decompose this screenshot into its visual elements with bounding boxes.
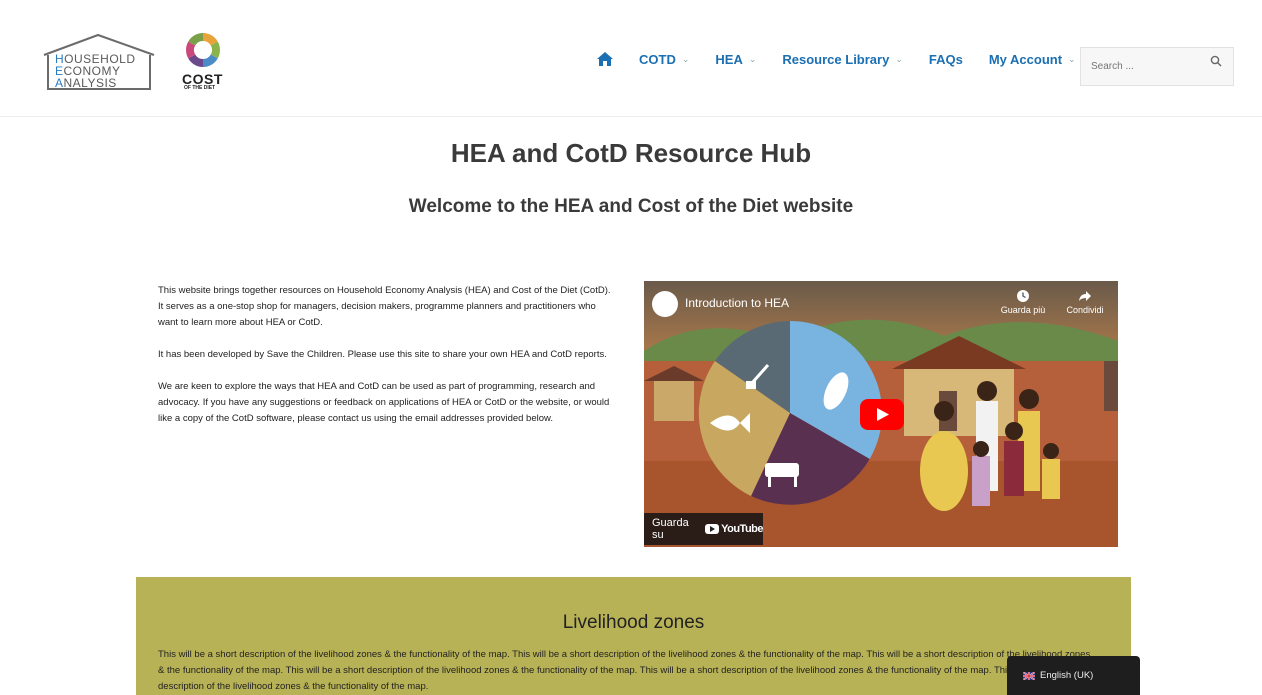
home-icon: [597, 52, 613, 66]
watch-on-label: Guarda su: [652, 517, 689, 541]
chevron-down-icon: ⌄: [895, 53, 903, 64]
share-label: Condividi: [1066, 305, 1104, 315]
site-header: HOUSEHOLD ECONOMY ANALYSIS COST OF THE D…: [0, 0, 1262, 117]
search-box: [1080, 47, 1234, 86]
search-icon[interactable]: [1210, 55, 1222, 67]
nav-home[interactable]: [597, 52, 613, 66]
intro-paragraph: It has been developed by Save the Childr…: [158, 349, 607, 360]
language-label: English (UK): [1040, 670, 1094, 681]
nav-hea[interactable]: HEA ⌄: [715, 52, 756, 67]
watch-on-youtube-button[interactable]: Guarda su YouTube: [644, 513, 763, 545]
video-embed[interactable]: Introduction to HEA Guarda più Condividi…: [644, 281, 1118, 547]
youtube-logo: YouTube: [705, 523, 763, 535]
youtube-icon: [705, 524, 720, 534]
chevron-down-icon: ⌄: [681, 53, 690, 64]
share-arrow-icon: [1079, 291, 1091, 301]
channel-avatar[interactable]: [652, 291, 678, 317]
intro-paragraph: This website brings together resources o…: [158, 285, 611, 328]
intro-paragraph: We are keen to explore the ways that HEA…: [158, 381, 610, 424]
nav-faqs[interactable]: FAQs: [929, 52, 963, 67]
livelihood-zones-section: Livelihood zones This will be a short de…: [136, 577, 1131, 695]
video-title[interactable]: Introduction to HEA: [685, 296, 789, 310]
cotd-logo-sub: OF THE DIET: [184, 85, 216, 91]
chevron-down-icon: ⌄: [1068, 53, 1076, 64]
nav-resource-library[interactable]: Resource Library ⌄: [782, 52, 902, 67]
clock-icon: [1017, 290, 1029, 302]
nav-cotd[interactable]: COTD ⌄: [639, 52, 689, 67]
uk-flag-icon: [1023, 671, 1035, 680]
search-input[interactable]: [1081, 48, 1211, 85]
chevron-down-icon: ⌄: [748, 53, 757, 64]
cotd-ring-icon: [186, 33, 220, 67]
page-title: HEA and CotD Resource Hub: [450, 138, 812, 168]
share-button[interactable]: Condividi: [1060, 289, 1110, 315]
nav-my-account[interactable]: My Account ⌄: [989, 52, 1076, 67]
livelihood-zones-title: Livelihood zones: [562, 612, 705, 633]
language-switcher[interactable]: English (UK): [1007, 656, 1140, 695]
page-subtitle: Welcome to the HEA and Cost of the Diet …: [408, 196, 854, 217]
watch-later-label: Guarda più: [1000, 305, 1046, 315]
main-nav: COTD ⌄ HEA ⌄ Resource Library ⌄ FAQs My Acc…: [597, 50, 1102, 68]
hea-logo-text: HOUSEHOLD ECONOMY ANALYSIS: [55, 52, 136, 90]
hea-logo[interactable]: HOUSEHOLD ECONOMY ANALYSIS: [40, 33, 158, 93]
play-icon[interactable]: [860, 399, 904, 430]
watch-later-button[interactable]: Guarda più: [998, 289, 1048, 315]
livelihood-zones-description: This will be a short description of the …: [158, 649, 1091, 692]
cotd-logo[interactable]: COST OF THE DIET: [181, 31, 227, 93]
intro-text: This website brings together resources o…: [158, 283, 618, 443]
